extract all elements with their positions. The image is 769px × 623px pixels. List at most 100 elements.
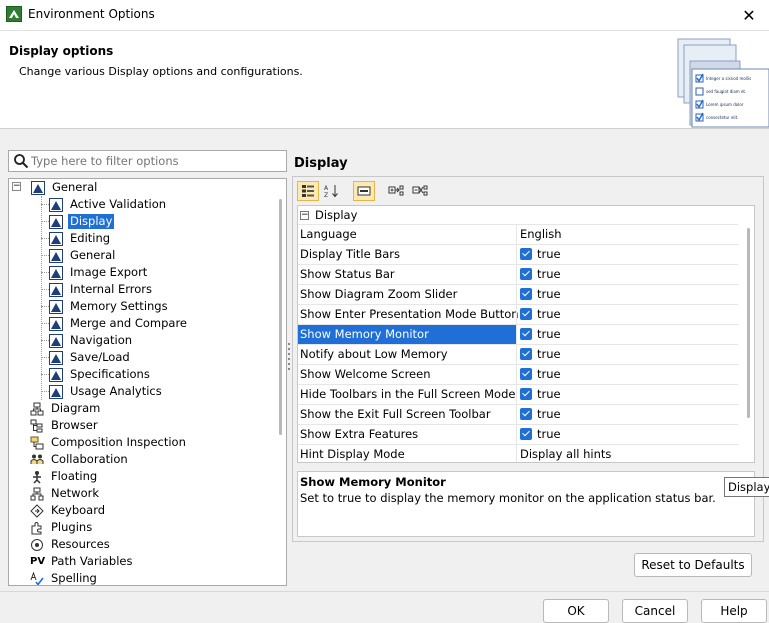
property-row-hint-display-mode[interactable]: Hint Display Mode Display all hints [298,444,738,462]
tree-item-composition-inspection[interactable]: Composition Inspection [30,434,188,451]
tree-item-navigation[interactable]: Navigation [49,332,134,349]
filter-input[interactable] [31,153,281,169]
tree-item-merge-and-compare[interactable]: Merge and Compare [49,315,189,332]
property-name: Hint Display Mode [300,447,405,461]
options-node-icon [49,316,63,331]
tree-item-collaboration[interactable]: Collaboration [30,451,130,468]
tree-item-display[interactable]: Display [49,213,115,230]
ok-button[interactable]: OK [543,599,609,623]
tree-item-label: Specifications [70,367,150,381]
tree-item-label: Image Export [70,265,148,279]
property-checkbox[interactable] [520,427,532,440]
tree-item-floating[interactable]: Floating [30,468,99,485]
property-value: true [537,247,561,261]
help-button[interactable]: Help [701,599,767,623]
property-row-show-status-bar[interactable]: Show Status Bar true [298,264,738,284]
tree-item-label: Keyboard [51,503,106,517]
tree-item-general[interactable]: General [49,247,117,264]
property-checkbox[interactable] [520,327,532,340]
property-row-show-diagram-zoom-slider[interactable]: Show Diagram Zoom Slider true [298,284,738,304]
spelling-icon [30,571,44,585]
property-name: Show Welcome Screen [300,367,431,381]
group-collapse-icon[interactable]: − [300,210,309,220]
tree-item-save-load[interactable]: Save/Load [49,349,132,366]
options-illustration-icon: Integer a sisnod mollis sed faugiat diam… [672,35,769,129]
property-checkbox[interactable] [520,387,532,400]
tree-item-spelling[interactable]: Spelling [30,570,99,585]
sort-alphabetical-button[interactable]: AZ [321,181,343,201]
tree-item-label: Composition Inspection [51,435,186,449]
property-row-hide-toolbars-full-screen[interactable]: Hide Toolbars in the Full Screen Mode tr… [298,384,738,404]
svg-text:A: A [324,185,329,192]
tree-item-label: Save/Load [70,350,130,364]
property-row-show-memory-monitor[interactable]: Show Memory Monitor true [298,324,738,344]
tree-item-internal-errors[interactable]: Internal Errors [49,281,154,298]
tree-scrollbar[interactable] [279,199,282,435]
property-row-show-extra-features[interactable]: Show Extra Features true [298,424,738,444]
tree-item-specifications[interactable]: Specifications [49,366,152,383]
illustration-text: sed faugiat diam et. [706,89,747,94]
property-value: true [537,427,561,441]
tree-item-resources[interactable]: Resources [30,536,112,553]
options-tree: − General Active Validation Display Edit… [8,178,287,586]
property-grid-scrollbar[interactable] [747,228,750,418]
tree-item-diagram[interactable]: Diagram [30,400,102,417]
tree-item-editing[interactable]: Editing [49,230,112,247]
collapse-all-button[interactable] [409,181,431,201]
property-value: English [520,227,562,241]
property-name: Show Status Bar [300,267,395,281]
tree-item-label: Path Variables [51,554,133,568]
property-group-display[interactable]: − Display [298,206,738,224]
categorized-icon [302,185,314,197]
tree-item-image-export[interactable]: Image Export [49,264,149,281]
tree-item-label: Usage Analytics [70,384,162,398]
options-node-icon [31,180,45,195]
close-button[interactable]: ✕ [729,0,769,30]
tree-item-general-root[interactable]: − General [9,179,99,196]
property-row-show-welcome-screen[interactable]: Show Welcome Screen true [298,364,738,384]
tree-item-plugins[interactable]: Plugins [30,519,94,536]
description-icon [357,186,371,196]
property-value: true [537,307,561,321]
tree-item-active-validation[interactable]: Active Validation [49,196,168,213]
tree-item-network[interactable]: Network [30,485,101,502]
reset-to-defaults-button[interactable]: Reset to Defaults [634,553,752,577]
property-row-show-exit-full-screen-toolbar[interactable]: Show the Exit Full Screen Toolbar true [298,404,738,424]
tree-item-path-variables[interactable]: PV Path Variables [30,553,134,570]
property-name: Show the Exit Full Screen Toolbar [300,407,491,421]
property-checkbox[interactable] [520,347,532,360]
title-bar: Environment Options ✕ [0,0,769,30]
expand-all-button[interactable] [385,181,407,201]
show-description-button[interactable] [353,181,375,201]
property-value: true [537,287,561,301]
categorized-view-button[interactable] [297,181,319,201]
property-row-language[interactable]: Language English [298,224,738,244]
cancel-button[interactable]: Cancel [622,599,688,623]
options-node-icon [49,350,63,365]
filter-box [8,150,287,172]
property-checkbox[interactable] [520,367,532,380]
property-checkbox[interactable] [520,267,532,280]
property-checkbox[interactable] [520,307,532,320]
property-checkbox[interactable] [520,287,532,300]
hint-mode-select[interactable]: Display all hints [516,445,738,462]
tree-item-usage-analytics[interactable]: Usage Analytics [49,383,164,400]
property-name: Hide Toolbars in the Full Screen Mode [300,387,516,401]
app-icon [6,6,22,22]
property-checkbox[interactable] [520,407,532,420]
tree-item-keyboard[interactable]: Keyboard [30,502,107,519]
tree-item-memory-settings[interactable]: Memory Settings [49,298,170,315]
property-row-show-enter-presentation-mode-button[interactable]: Show Enter Presentation Mode Button true [298,304,738,324]
property-checkbox[interactable] [520,247,532,260]
tree-item-label: Active Validation [70,197,167,211]
tree-item-browser[interactable]: Browser [30,417,100,434]
options-node-icon [49,367,63,382]
options-node-icon [49,231,63,246]
property-row-display-title-bars[interactable]: Display Title Bars true [298,244,738,264]
collapse-toggle-icon[interactable]: − [12,182,21,191]
tree-item-label: Editing [70,231,111,245]
options-node-icon [49,384,63,399]
property-row-notify-about-low-memory[interactable]: Notify about Low Memory true [298,344,738,364]
panel-splitter[interactable] [287,343,291,373]
language-select[interactable]: English [516,225,738,244]
